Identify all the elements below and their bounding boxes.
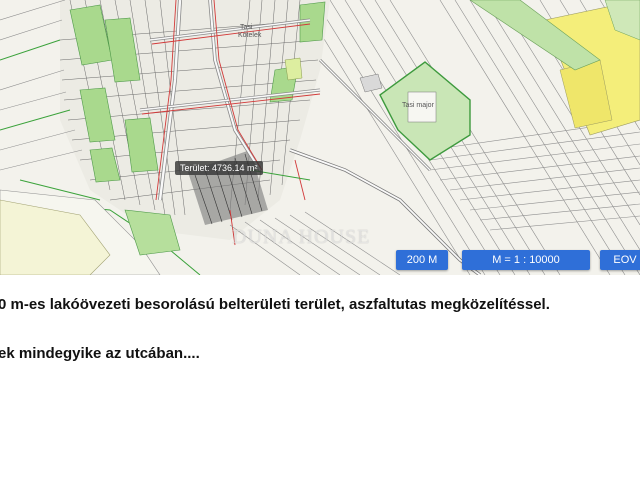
cadastral-map[interactable]: Tasi Kőtelek Tasi major Terület: 4736.14…: [0, 0, 640, 275]
description-line-2: ek mindegyike az utcában....: [0, 345, 200, 362]
scale-ratio-button[interactable]: M = 1 : 10000: [462, 250, 590, 270]
place-label-tasi-major: Tasi major: [402, 102, 434, 109]
description-line-1: 0 m-es lakóövezeti besorolású belterület…: [0, 296, 550, 313]
area-measurement-label: Terület: 4736.14 m²: [175, 161, 263, 175]
place-label-tasi: Tasi: [240, 24, 253, 31]
crs-button[interactable]: EOV: [600, 250, 640, 270]
scale-bar-button[interactable]: 200 M: [396, 250, 448, 270]
watermark: DUNA HOUSE: [232, 226, 371, 248]
place-label-kotelek: Kőtelek: [238, 32, 262, 39]
